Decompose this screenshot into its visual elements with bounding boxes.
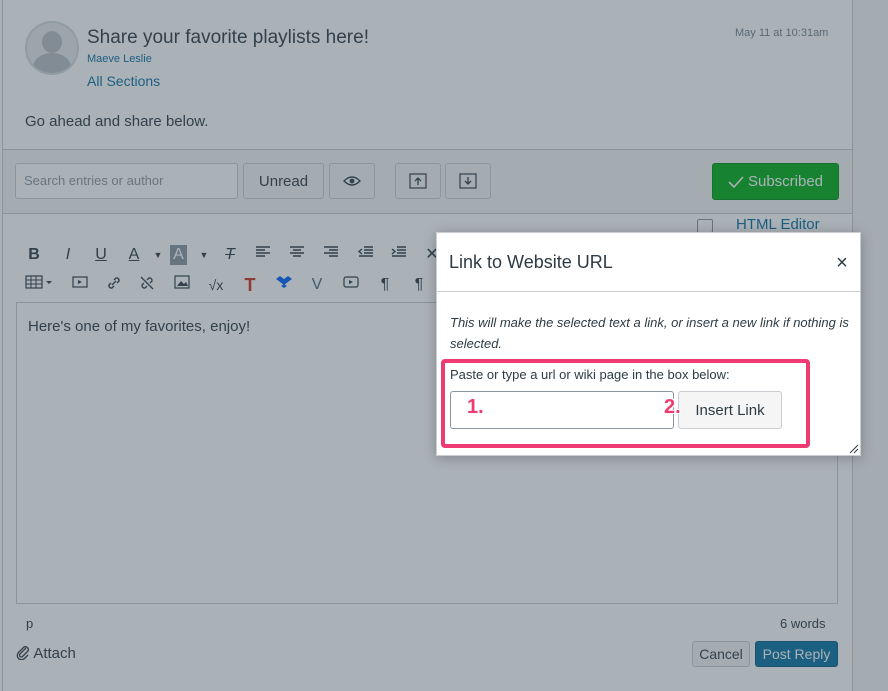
discussion-page: Share your favorite playlists here! Maev… xyxy=(0,0,888,691)
step-1-label: 1. xyxy=(467,396,484,418)
highlight-box xyxy=(441,359,810,448)
close-icon[interactable]: × xyxy=(833,252,851,275)
step-2-label: 2. xyxy=(664,396,681,418)
dialog-description: This will make the selected text a link,… xyxy=(450,315,849,351)
dialog-header: Link to Website URL × xyxy=(437,233,860,292)
resize-handle-icon[interactable] xyxy=(847,442,859,454)
dialog-title: Link to Website URL xyxy=(449,252,613,272)
